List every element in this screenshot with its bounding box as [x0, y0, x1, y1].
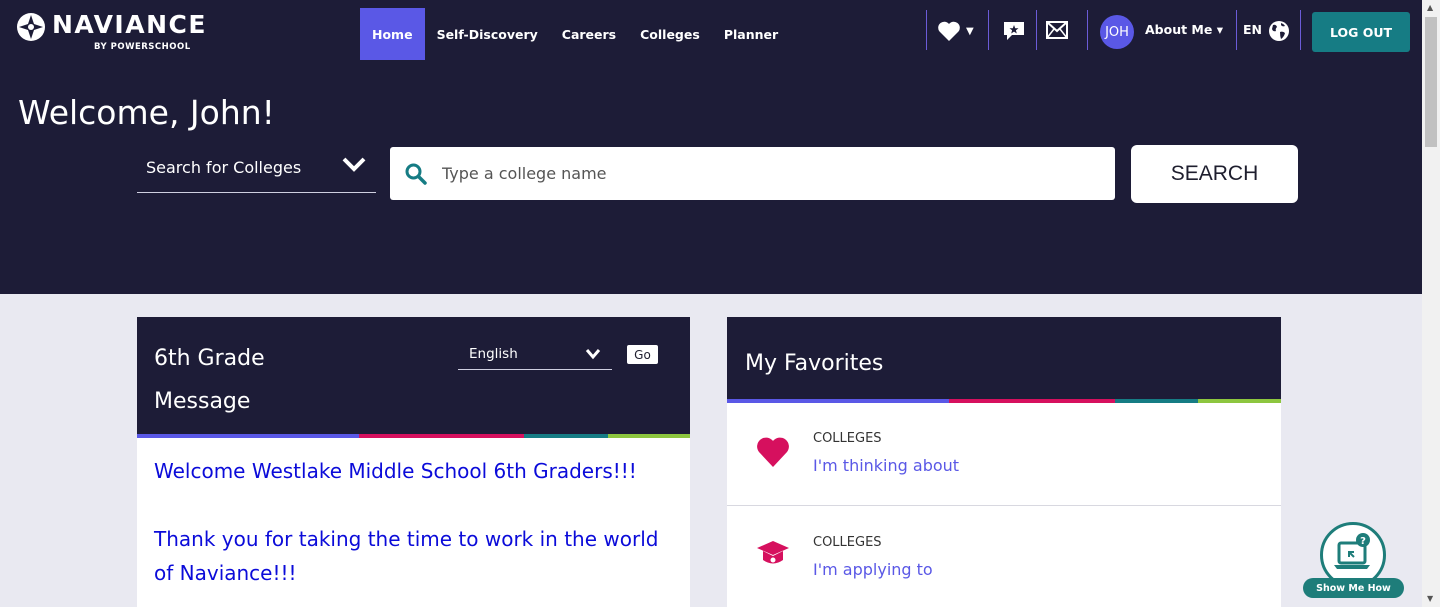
go-button[interactable]: Go [627, 345, 658, 364]
caret-down-icon: ▼ [966, 26, 974, 37]
search-type-dropdown[interactable]: Search for Colleges [137, 146, 376, 193]
about-me-menu[interactable]: About Me ▾ [1145, 22, 1223, 37]
show-me-how-label: Show Me How [1303, 578, 1404, 598]
favorites-card: My Favorites COLLEGES I'm thinking about… [727, 317, 1281, 607]
divider [1087, 10, 1088, 50]
logout-button[interactable]: LOG OUT [1312, 12, 1410, 52]
search-type-label: Search for Colleges [146, 158, 302, 177]
favorites-card-header: My Favorites [727, 317, 1281, 403]
welcome-heading: Welcome, John! [18, 93, 275, 132]
header: NAVIANCE BY POWERSCHOOL Home Self-Discov… [0, 0, 1422, 294]
heart-icon [938, 21, 960, 41]
favorite-link[interactable]: I'm applying to [813, 560, 933, 579]
svg-text:?: ? [1360, 536, 1366, 547]
favorite-category: COLLEGES [813, 535, 882, 550]
graduation-cap-icon [757, 541, 789, 564]
chevron-down-icon [585, 349, 601, 360]
nav-careers[interactable]: Careers [550, 8, 628, 60]
favorite-applying-to[interactable]: COLLEGES I'm applying to [727, 507, 1281, 607]
mail-icon[interactable] [1046, 21, 1068, 39]
message-line: Thank you for taking the time to work in… [154, 527, 659, 551]
favorites-menu[interactable]: ▼ [937, 20, 977, 44]
scroll-up-icon[interactable]: ▲ [1427, 3, 1433, 12]
message-card-header: 6th Grade Message English Go [137, 317, 690, 438]
divider [926, 10, 927, 50]
nav-self-discovery[interactable]: Self-Discovery [425, 8, 550, 60]
nav-colleges[interactable]: Colleges [628, 8, 712, 60]
favorites-card-title: My Favorites [745, 351, 884, 376]
nav-home[interactable]: Home [360, 8, 425, 60]
favorite-category: COLLEGES [813, 431, 882, 446]
message-card: 6th Grade Message English Go Welcome Wes… [137, 317, 690, 607]
search-button[interactable]: SEARCH [1131, 145, 1298, 203]
show-me-how-button[interactable]: ? Show Me How [1303, 522, 1404, 600]
search-icon [405, 163, 427, 185]
chevron-down-icon [342, 157, 366, 172]
divider [1300, 10, 1301, 50]
user-avatar[interactable]: JOH [1100, 15, 1134, 49]
message-card-title: 6th Grade Message [154, 346, 265, 414]
main-nav: Home Self-Discovery Careers Colleges Pla… [360, 8, 790, 60]
page-scrollbar[interactable]: ▲ ▼ [1422, 0, 1440, 607]
divider [988, 10, 989, 50]
color-stripe [137, 434, 690, 438]
favorite-thinking-about[interactable]: COLLEGES I'm thinking about [727, 403, 1281, 506]
divider [1036, 10, 1037, 50]
brand-sub: BY POWERSCHOOL [94, 42, 191, 52]
brand-name: NAVIANCE [52, 10, 207, 39]
divider [1236, 10, 1237, 50]
top-navbar: NAVIANCE BY POWERSCHOOL Home Self-Discov… [0, 0, 1422, 60]
heart-icon [757, 437, 789, 467]
favorite-link[interactable]: I'm thinking about [813, 456, 959, 475]
college-search-input[interactable] [442, 147, 1102, 200]
message-line: of Naviance!!! [154, 561, 297, 585]
message-line: Welcome Westlake Middle School 6th Grade… [154, 459, 637, 483]
scroll-thumb[interactable] [1425, 17, 1437, 147]
language-code[interactable]: EN [1243, 22, 1262, 37]
nav-planner[interactable]: Planner [712, 8, 790, 60]
laptop-help-icon: ? [1334, 533, 1370, 569]
language-select-value: English [469, 346, 518, 362]
message-body: Welcome Westlake Middle School 6th Grade… [154, 454, 684, 590]
feedback-icon[interactable] [1002, 20, 1026, 42]
search-box [390, 147, 1115, 200]
globe-icon[interactable] [1268, 20, 1290, 42]
language-select[interactable]: English [458, 342, 612, 370]
compass-logo-icon [17, 13, 45, 41]
scroll-down-icon[interactable]: ▼ [1427, 594, 1433, 603]
